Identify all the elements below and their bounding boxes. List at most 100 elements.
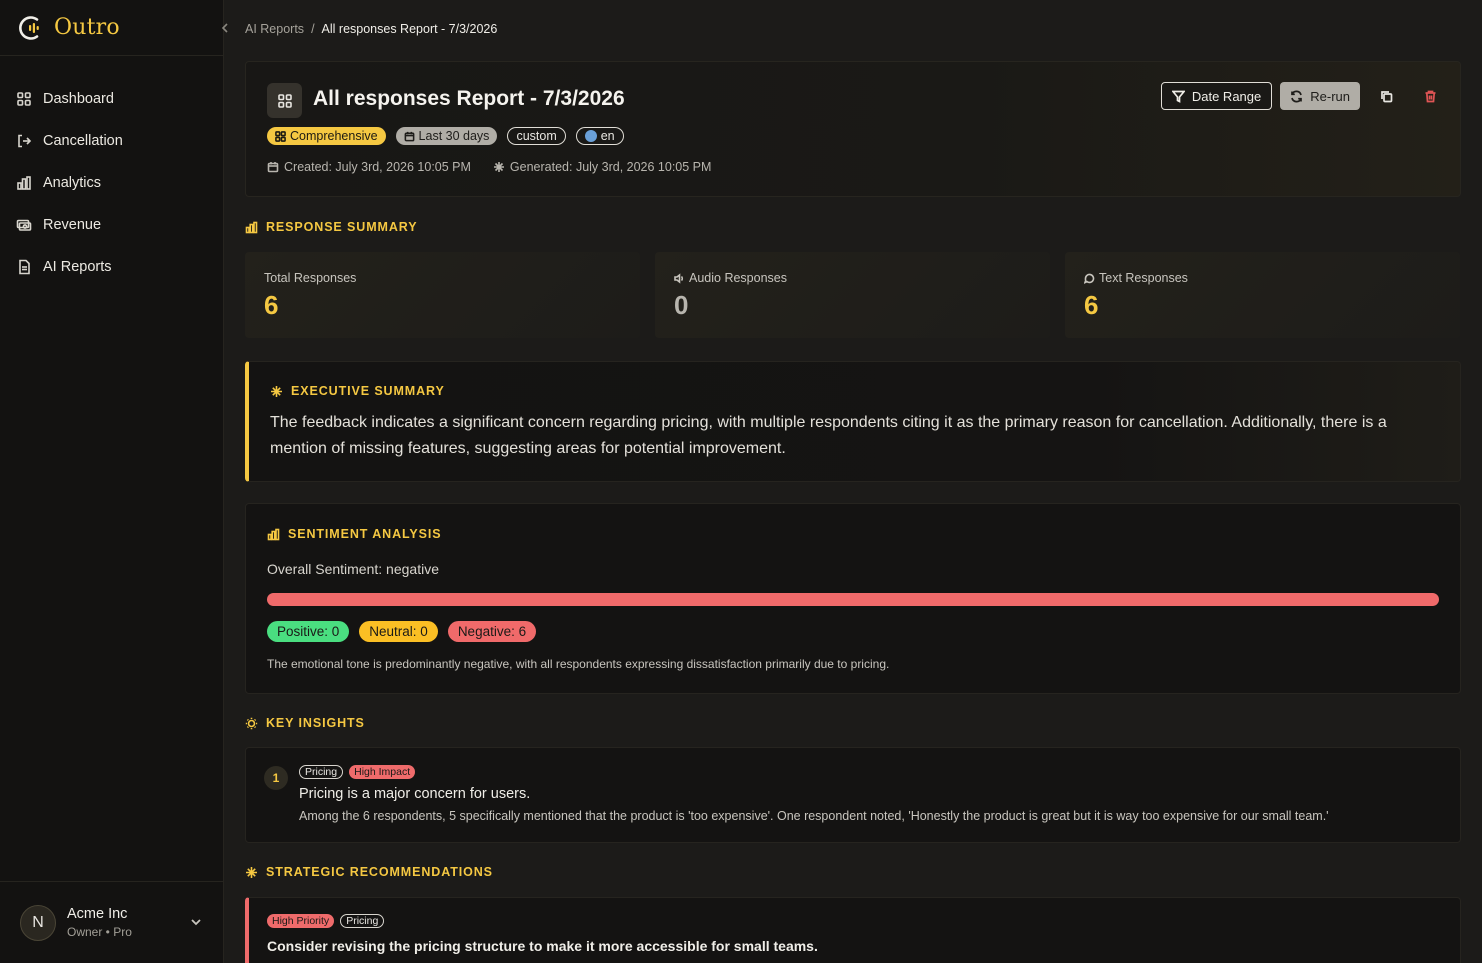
avatar: N [20,904,56,941]
bar-chart-icon [267,528,280,540]
account-switcher[interactable]: N Acme Inc Owner • Pro [0,881,224,963]
document-icon [19,259,30,275]
collapse-sidebar-button[interactable] [218,21,232,35]
outro-logo-icon [19,15,39,40]
sidebar-item-analytics[interactable]: Analytics [0,162,223,204]
grid-icon [277,93,292,108]
sidebar-item-label: Revenue [43,217,102,233]
bar-chart-icon [17,176,31,190]
generated-timestamp: Generated: July 3rd, 2026 10:05 PM [493,160,712,174]
executive-summary-text: The feedback indicates a significant con… [270,414,1387,457]
sparkle-icon [246,866,257,878]
calendar-icon [267,162,279,173]
created-text: Created: July 3rd, 2026 10:05 PM [284,160,471,174]
category-badge: Pricing [340,914,385,928]
grid-icon [17,92,31,106]
created-timestamp: Created: July 3rd, 2026 10:05 PM [267,160,471,174]
filter-icon [1171,90,1185,103]
executive-summary-card: EXECUTIVE SUMMARY The feedback indicates… [245,361,1461,482]
logo[interactable]: Outro [0,0,223,56]
sentiment-description: The emotional tone is predominantly nega… [267,657,890,671]
delete-button[interactable] [1416,82,1444,110]
refresh-icon [1291,90,1303,102]
page-title: All responses Report - 7/3/2026 [313,87,625,110]
breadcrumb-separator: / [311,22,315,36]
report-tags: Comprehensive Last 30 days custom en [267,127,624,145]
stat-label-text: Total Responses [264,271,357,285]
calendar-icon [404,131,414,141]
account-role: Owner • Pro [67,925,132,939]
sidebar-item-label: AI Reports [43,259,112,275]
date-range-label: Last 30 days [418,129,490,143]
section-title: STRATEGIC RECOMMENDATIONS [266,865,493,879]
stat-label: Total Responses [264,271,356,285]
stat-value: 6 [1084,290,1099,320]
sidebar-item-cancellation[interactable]: Cancellation [0,120,223,162]
key-insights-heading: KEY INSIGHTS [245,716,365,730]
response-summary-heading: RESPONSE SUMMARY [245,220,417,234]
logout-icon [18,134,32,148]
report-type-badge: Comprehensive [267,127,386,145]
sentiment-pills: Positive: 0 Neutral: 0 Negative: 6 [267,621,537,642]
stat-label: Text Responses [1084,271,1188,285]
impact-badge: High Impact [349,765,416,779]
date-range-badge: Last 30 days [395,127,498,145]
overall-sentiment: Overall Sentiment: negative [267,561,439,577]
breadcrumb: AI Reports / All responses Report - 7/3/20… [245,22,497,36]
negative-count-badge: Negative: 6 [447,621,537,642]
breadcrumb-parent[interactable]: AI Reports [245,22,304,36]
section-title: SENTIMENT ANALYSIS [288,527,442,541]
sidebar-item-dashboard[interactable]: Dashboard [0,78,223,120]
recommendation-card: High Priority Pricing Consider revising … [245,897,1461,963]
grid-icon [275,130,286,142]
sentiment-analysis-heading: SENTIMENT ANALYSIS [267,527,442,541]
recommendations-heading: STRATEGIC RECOMMENDATIONS [245,865,493,879]
category-badge: Pricing [299,765,344,779]
stat-label-text: Text Responses [1099,271,1188,285]
date-range-button[interactable]: Date Range [1160,82,1273,110]
bar-chart-icon [245,221,258,233]
stat-value: 6 [264,290,279,320]
sidebar-item-label: Cancellation [43,133,123,149]
language-badge: en [575,127,624,145]
sidebar: Outro Dashboard Cancellation Analytics R… [0,0,228,963]
chevron-left-icon [221,23,228,33]
money-icon [16,219,32,231]
sentiment-bar [267,593,1439,606]
priority-badge: High Priority [267,914,335,928]
stat-card-total: Total Responses 6 [245,252,640,338]
generated-text: Generated: July 3rd, 2026 10:05 PM [509,160,712,174]
report-type-label: Comprehensive [290,129,378,143]
sentiment-analysis-card: SENTIMENT ANALYSIS Overall Sentiment: ne… [245,503,1461,694]
section-title: KEY INSIGHTS [266,716,365,730]
sidebar-item-ai-reports[interactable]: AI Reports [0,246,223,288]
sparkle-icon [493,162,504,172]
lightbulb-icon [245,717,258,729]
report-type-icon [267,83,302,118]
date-range-button-label: Date Range [1191,88,1262,104]
sparkle-icon [271,385,282,397]
stat-value: 0 [674,290,689,320]
report-actions: Date Range Re-run [1160,82,1444,110]
recommendation-tags: High Priority Pricing [267,914,385,928]
rerun-button[interactable]: Re-run [1280,82,1360,110]
insight-tags: Pricing High Impact [299,765,416,779]
section-title: RESPONSE SUMMARY [266,220,418,234]
sentiment-bar-negative [267,593,1439,606]
section-title: EXECUTIVE SUMMARY [291,384,445,398]
speaker-icon [674,272,684,284]
rerun-button-label: Re-run [1310,88,1350,104]
stat-label-text: Audio Responses [689,271,787,285]
report-meta: Created: July 3rd, 2026 10:05 PM Generat… [267,160,711,174]
sidebar-nav: Dashboard Cancellation Analytics Revenue… [0,78,223,288]
trash-icon [1425,90,1435,102]
executive-summary-heading: EXECUTIVE SUMMARY [270,384,445,398]
sidebar-item-revenue[interactable]: Revenue [0,204,223,246]
account-name: Acme Inc [67,906,128,922]
globe-icon [584,130,597,142]
neutral-count-badge: Neutral: 0 [359,621,438,642]
stat-card-audio: Audio Responses 0 [655,252,1050,338]
report-header: All responses Report - 7/3/2026 Comprehe… [245,61,1461,197]
breadcrumb-current: All responses Report - 7/3/2026 [321,22,498,36]
copy-button[interactable] [1372,82,1400,110]
